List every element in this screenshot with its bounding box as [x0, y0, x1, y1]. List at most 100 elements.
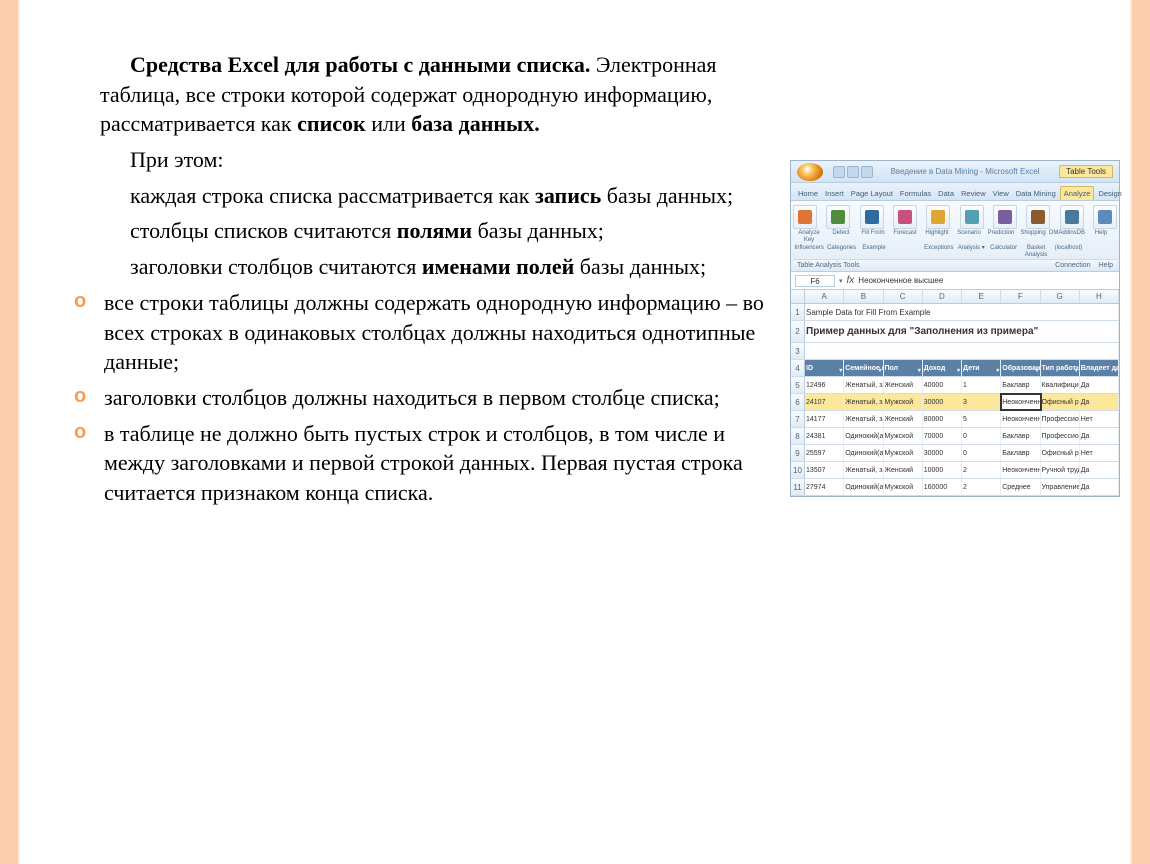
cell[interactable]: Управление: [1041, 479, 1080, 495]
row-num[interactable]: 4: [791, 360, 805, 376]
cell[interactable]: Женский: [884, 377, 923, 393]
qat-redo-icon[interactable]: [861, 166, 873, 178]
cell-a3[interactable]: [805, 343, 1119, 359]
cell[interactable]: Женатый, замуже: [844, 394, 883, 410]
col-header-a[interactable]: A: [805, 290, 844, 303]
cell[interactable]: 1: [962, 377, 1001, 393]
ribbon-button-1[interactable]: [826, 205, 850, 229]
table-row[interactable]: 512496Женатый, замужеЖенский400001Баклав…: [791, 377, 1119, 394]
row-num[interactable]: 2: [791, 321, 805, 342]
cell[interactable]: 13507: [805, 462, 844, 478]
cell[interactable]: Неоконченное выс: [1001, 411, 1040, 427]
table-header-cell[interactable]: ID: [805, 360, 844, 376]
ribbon-tab-insert[interactable]: Insert: [822, 187, 847, 200]
table-header-cell[interactable]: Семейное поло: [844, 360, 883, 376]
table-row[interactable]: 1013507Женатый, замужеЖенский100002Неоко…: [791, 462, 1119, 479]
ribbon-tab-formulas[interactable]: Formulas: [897, 187, 934, 200]
cell[interactable]: Одинокий(ая): [844, 428, 883, 444]
qat-undo-icon[interactable]: [847, 166, 859, 178]
ribbon-tab-analyze[interactable]: Analyze: [1060, 186, 1095, 200]
cell[interactable]: Женский: [884, 462, 923, 478]
row-3[interactable]: 3: [791, 343, 1119, 360]
ribbon-tab-review[interactable]: Review: [958, 187, 989, 200]
cell[interactable]: Баклавр: [1001, 428, 1040, 444]
cell[interactable]: 30000: [923, 394, 962, 410]
cell[interactable]: Женатый, замуже: [844, 462, 883, 478]
formula-value[interactable]: Неоконченное высшее: [858, 276, 943, 285]
table-header-cell[interactable]: Пол: [884, 360, 923, 376]
row-num[interactable]: 10: [791, 462, 805, 478]
ribbon-button-5[interactable]: [960, 205, 984, 229]
table-header-row[interactable]: 4 IDСемейное полоПолДоходДетиОбразование…: [791, 360, 1119, 377]
cell[interactable]: Мужской: [884, 394, 923, 410]
cell[interactable]: Мужской: [884, 428, 923, 444]
row-num[interactable]: 8: [791, 428, 805, 444]
cell[interactable]: 0: [962, 445, 1001, 461]
col-header-h[interactable]: H: [1080, 290, 1119, 303]
cell[interactable]: Да: [1080, 377, 1119, 393]
ribbon-button-4[interactable]: [926, 205, 950, 229]
ribbon-button-9[interactable]: [1093, 205, 1117, 229]
ribbon-button-0[interactable]: [793, 205, 817, 229]
cell[interactable]: Одинокий(ая): [844, 479, 883, 495]
cell-a1[interactable]: Sample Data for Fill From Example: [805, 304, 1119, 320]
cell[interactable]: 10000: [923, 462, 962, 478]
cell[interactable]: Женатый, замуже: [844, 411, 883, 427]
cell[interactable]: Да: [1080, 462, 1119, 478]
table-header-cell[interactable]: Доход: [923, 360, 962, 376]
cell[interactable]: Офисный работ: [1041, 394, 1080, 410]
cell[interactable]: Нет: [1080, 445, 1119, 461]
ribbon-tab-data-mining[interactable]: Data Mining: [1013, 187, 1059, 200]
name-box[interactable]: F6: [795, 275, 835, 287]
cell[interactable]: 160000: [923, 479, 962, 495]
ribbon-button-3[interactable]: [893, 205, 917, 229]
cell[interactable]: 2: [962, 462, 1001, 478]
row-num[interactable]: 9: [791, 445, 805, 461]
cell[interactable]: Неоконченное выс: [1001, 462, 1040, 478]
cell[interactable]: 70000: [923, 428, 962, 444]
cell[interactable]: Среднее: [1001, 479, 1040, 495]
cell[interactable]: Баклавр: [1001, 445, 1040, 461]
cell[interactable]: 24381: [805, 428, 844, 444]
row-1[interactable]: 1 Sample Data for Fill From Example: [791, 304, 1119, 321]
cell[interactable]: 2: [962, 479, 1001, 495]
cell[interactable]: 25597: [805, 445, 844, 461]
ribbon-tab-page-layout[interactable]: Page Layout: [848, 187, 896, 200]
table-row[interactable]: 624107Женатый, замужеМужской300003Неокон…: [791, 394, 1119, 411]
col-header-e[interactable]: E: [962, 290, 1001, 303]
namebox-dropdown-icon[interactable]: ▾: [839, 277, 843, 285]
qat-save-icon[interactable]: [833, 166, 845, 178]
ribbon-button-6[interactable]: [993, 205, 1017, 229]
cell[interactable]: Одинокий(ая): [844, 445, 883, 461]
cell[interactable]: Неоконченное выс: [1001, 394, 1040, 410]
col-header-b[interactable]: B: [844, 290, 883, 303]
cell[interactable]: Офисный работ: [1041, 445, 1080, 461]
col-header-d[interactable]: D: [923, 290, 962, 303]
table-header-cell[interactable]: Тип работы: [1041, 360, 1080, 376]
row-num[interactable]: 5: [791, 377, 805, 393]
ribbon-button-8[interactable]: [1060, 205, 1084, 229]
col-header-f[interactable]: F: [1001, 290, 1040, 303]
cell[interactable]: 30000: [923, 445, 962, 461]
ribbon-button-7[interactable]: [1026, 205, 1050, 229]
cell[interactable]: 5: [962, 411, 1001, 427]
cell[interactable]: Да: [1080, 428, 1119, 444]
cell-a2[interactable]: Пример данных для "Заполнения из примера…: [805, 321, 1119, 342]
ribbon-button-2[interactable]: [860, 205, 884, 229]
cell[interactable]: Мужской: [884, 479, 923, 495]
cell[interactable]: Нет: [1080, 411, 1119, 427]
table-header-cell[interactable]: Дети: [962, 360, 1001, 376]
table-row[interactable]: 1127974Одинокий(ая)Мужской1600002Среднее…: [791, 479, 1119, 496]
ribbon-tab-data[interactable]: Data: [935, 187, 957, 200]
table-row[interactable]: 824381Одинокий(ая)Мужской700000БаклаврПр…: [791, 428, 1119, 445]
office-button-icon[interactable]: [797, 163, 823, 181]
table-row[interactable]: 925597Одинокий(ая)Мужской300000БаклаврОф…: [791, 445, 1119, 462]
row-num[interactable]: 3: [791, 343, 805, 359]
cell[interactable]: 27974: [805, 479, 844, 495]
cell[interactable]: Профессионал: [1041, 411, 1080, 427]
row-num[interactable]: 6: [791, 394, 805, 410]
cell[interactable]: Мужской: [884, 445, 923, 461]
table-header-cell[interactable]: Образование: [1001, 360, 1040, 376]
cell[interactable]: 40000: [923, 377, 962, 393]
col-header-g[interactable]: G: [1041, 290, 1080, 303]
